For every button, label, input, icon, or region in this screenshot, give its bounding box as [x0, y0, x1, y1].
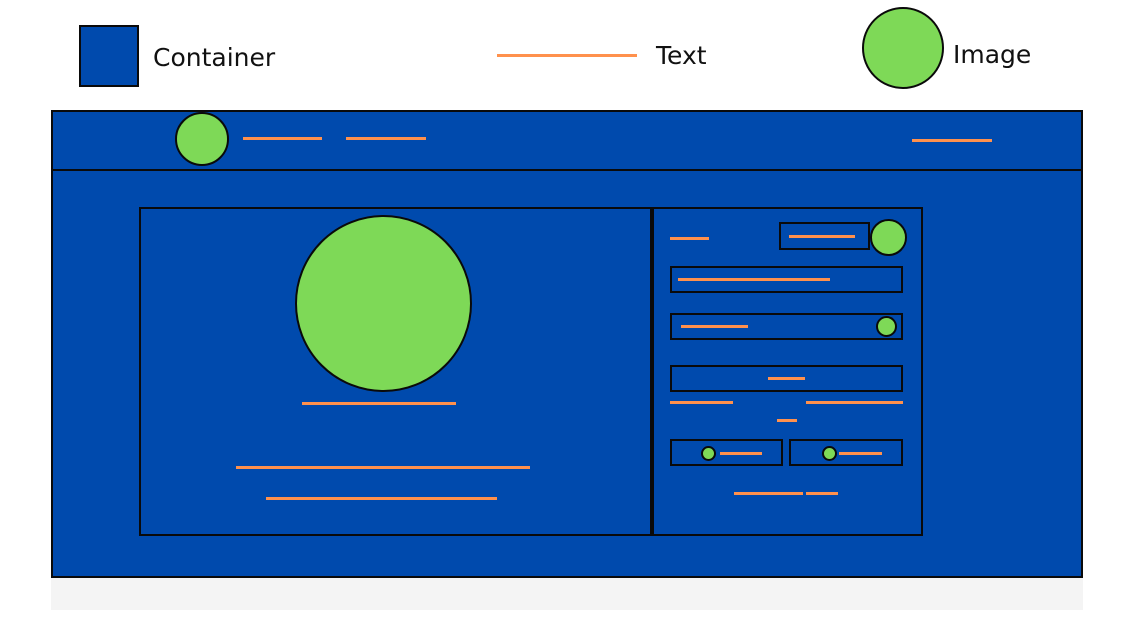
header-right-link[interactable]: [912, 139, 992, 142]
avatar-image[interactable]: [870, 219, 907, 256]
divider-text: [777, 419, 797, 422]
footer-text-1[interactable]: [734, 492, 803, 495]
legend-container-label: Container: [153, 43, 276, 72]
hero-caption-text: [302, 402, 456, 405]
legend-image-swatch: [862, 7, 944, 89]
input-field-1-text: [678, 278, 830, 281]
header-nav-link-2[interactable]: [346, 137, 426, 140]
page-shadow: [51, 578, 1083, 610]
legend-image-label: Image: [953, 40, 1032, 69]
legend-text-swatch: [497, 54, 637, 57]
helper-text-left[interactable]: [670, 401, 733, 404]
right-panel-title-text: [670, 237, 709, 240]
input-field-2-text: [681, 325, 748, 328]
footer-text-2[interactable]: [806, 492, 838, 495]
helper-text-right[interactable]: [806, 401, 903, 404]
input-field-2-icon-image[interactable]: [876, 316, 897, 337]
hero-image: [295, 215, 472, 392]
header-logo-image[interactable]: [175, 112, 229, 166]
legend-container-swatch: [79, 25, 139, 87]
social-button-2-label: [839, 452, 882, 455]
social-button-1-label: [720, 452, 762, 455]
header-divider: [51, 169, 1083, 171]
header-nav-link-1[interactable]: [243, 137, 322, 140]
social-button-2-icon-image: [822, 446, 837, 461]
submit-button-label: [768, 377, 805, 380]
body-text-line-1: [236, 466, 530, 469]
legend-text-label: Text: [656, 41, 707, 70]
top-button-label: [789, 235, 855, 238]
social-button-1-icon-image: [701, 446, 716, 461]
body-text-line-2: [266, 497, 497, 500]
